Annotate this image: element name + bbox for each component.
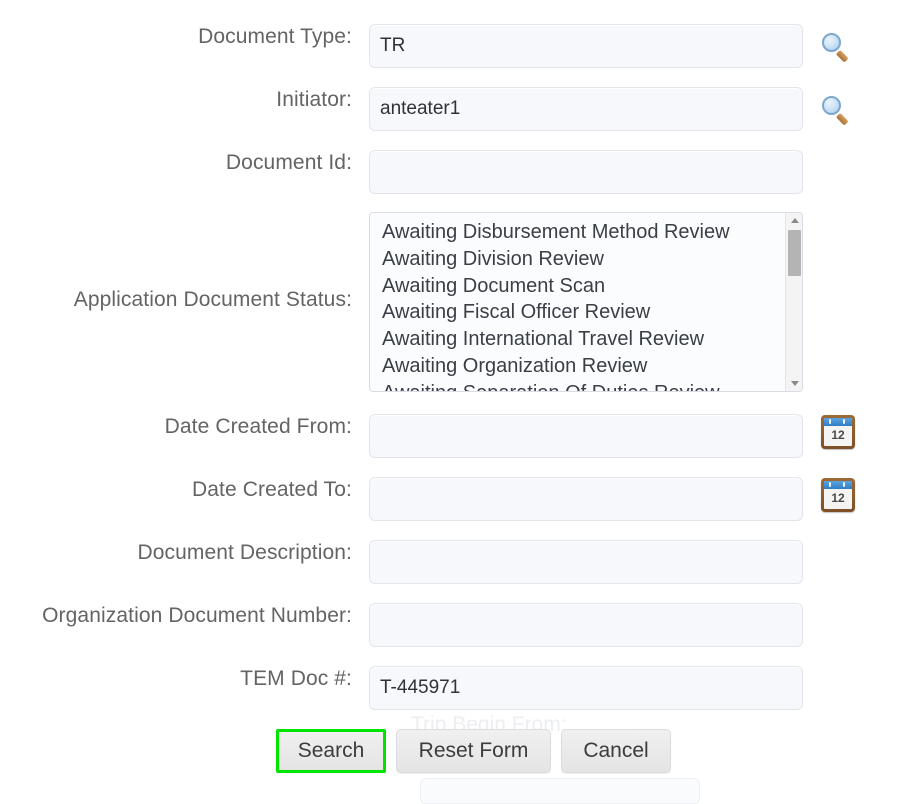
scroll-up-arrow-icon[interactable] [786, 213, 802, 228]
field-wrap-tem-doc-number [369, 666, 803, 710]
calendar-inner: 12 [824, 481, 852, 509]
magnifier-handle [835, 112, 849, 126]
magnifier-icon-initiator[interactable] [821, 95, 851, 126]
label-date-created-to: Date Created To: [192, 478, 352, 501]
application-document-status-listbox[interactable]: Awaiting Disbursement Method Review Awai… [369, 212, 803, 392]
list-item[interactable]: Awaiting Document Scan [382, 273, 784, 300]
form-row-document-type: Document Type: [0, 24, 907, 68]
search-button[interactable]: Search [276, 729, 386, 773]
label-document-description: Document Description: [137, 541, 352, 564]
list-item[interactable]: Awaiting Separation Of Duties Review [382, 380, 784, 391]
magnifier-lens [822, 96, 841, 115]
calendar-icon-date-created-to[interactable]: 12 [821, 478, 855, 512]
form-row-initiator: Initiator: [0, 87, 907, 131]
document-id-input[interactable] [369, 150, 803, 194]
calendar-header-bar [824, 481, 852, 489]
calendar-day-number: 12 [831, 491, 845, 505]
list-item[interactable]: Awaiting International Travel Review [382, 326, 784, 353]
list-item[interactable]: Awaiting Disbursement Method Review [382, 219, 784, 246]
magnifier-lens [822, 33, 841, 52]
form-row-date-created-to: Date Created To: 12 [0, 477, 907, 521]
list-item[interactable]: Awaiting Division Review [382, 246, 784, 273]
field-wrap-application-document-status: Awaiting Disbursement Method Review Awai… [369, 212, 803, 392]
magnifier-handle [835, 49, 849, 63]
listbox-items: Awaiting Disbursement Method Review Awai… [370, 213, 784, 391]
calendar-header-bar [824, 418, 852, 426]
tem-doc-number-input[interactable] [369, 666, 803, 710]
field-wrap-initiator [369, 87, 849, 131]
form-row-application-document-status: Application Document Status: Awaiting Di… [0, 212, 907, 392]
calendar-icon-date-created-from[interactable]: 12 [821, 415, 855, 449]
obscured-field-below [420, 778, 700, 804]
form-row-tem-doc-number: TEM Doc #: [0, 666, 907, 710]
reset-form-button[interactable]: Reset Form [396, 729, 551, 773]
initiator-input[interactable] [369, 87, 803, 131]
calendar-day-number: 12 [831, 428, 845, 442]
form-row-document-description: Document Description: [0, 540, 907, 584]
field-wrap-date-created-from: 12 [369, 414, 855, 458]
label-document-type: Document Type: [198, 25, 352, 48]
field-wrap-document-id [369, 150, 803, 194]
scroll-down-arrow-icon[interactable] [786, 376, 802, 391]
form-row-document-id: Document Id: [0, 150, 907, 194]
date-created-to-input[interactable] [369, 477, 803, 521]
label-tem-doc-number: TEM Doc #: [240, 667, 352, 690]
date-created-from-input[interactable] [369, 414, 803, 458]
form-row-organization-document-number: Organization Document Number: [0, 603, 907, 647]
field-wrap-date-created-to: 12 [369, 477, 855, 521]
document-search-form: Document Type: Initiator: Document Id: A… [0, 0, 907, 804]
magnifier-icon-document-type[interactable] [821, 32, 851, 63]
label-initiator: Initiator: [276, 88, 352, 111]
calendar-inner: 12 [824, 418, 852, 446]
field-wrap-organization-document-number [369, 603, 803, 647]
form-row-date-created-from: Date Created From: 12 [0, 414, 907, 458]
organization-document-number-input[interactable] [369, 603, 803, 647]
label-organization-document-number: Organization Document Number: [42, 604, 352, 627]
scrollbar-thumb[interactable] [788, 230, 801, 276]
list-item[interactable]: Awaiting Organization Review [382, 353, 784, 380]
document-description-input[interactable] [369, 540, 803, 584]
field-wrap-document-description [369, 540, 803, 584]
listbox-scrollbar[interactable] [785, 213, 802, 391]
label-application-document-status: Application Document Status: [73, 288, 352, 311]
list-item[interactable]: Awaiting Fiscal Officer Review [382, 299, 784, 326]
cancel-button[interactable]: Cancel [561, 729, 671, 773]
label-document-id: Document Id: [225, 151, 352, 174]
field-wrap-document-type [369, 24, 849, 68]
form-button-bar: Search Reset Form Cancel [0, 729, 907, 781]
document-type-input[interactable] [369, 24, 803, 68]
label-date-created-from: Date Created From: [164, 415, 352, 438]
